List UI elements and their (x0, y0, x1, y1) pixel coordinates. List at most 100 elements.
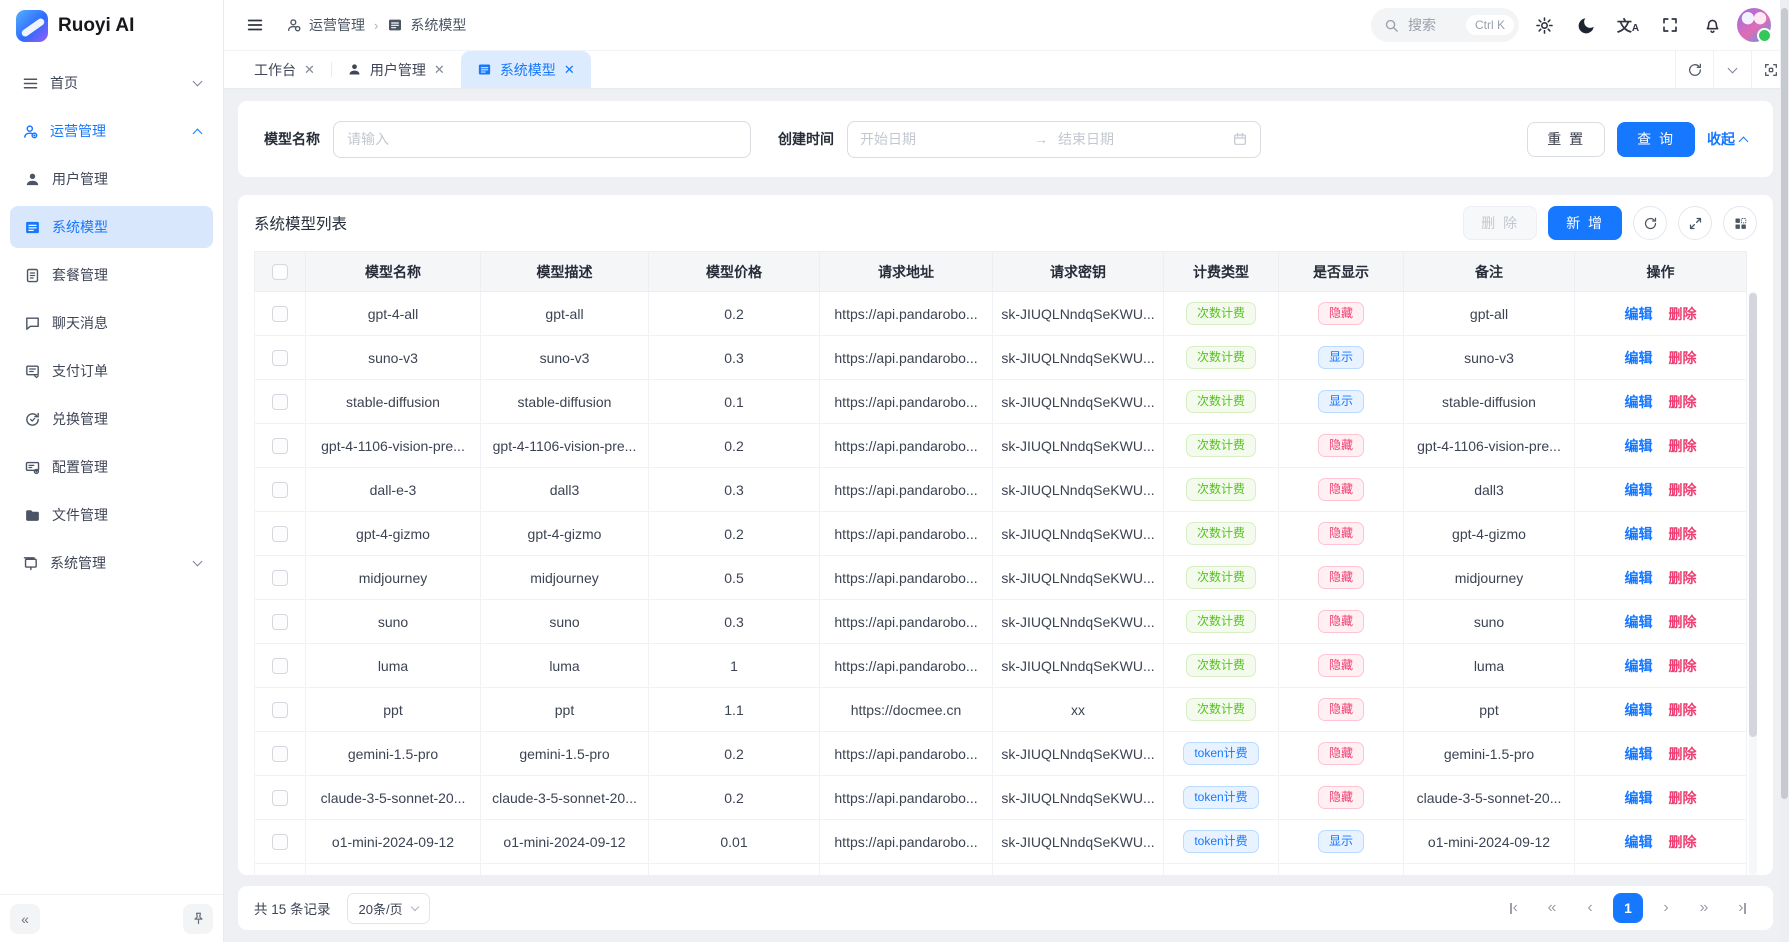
sidebar-item-system-models[interactable]: 系统模型 (10, 206, 213, 248)
row-checkbox[interactable] (272, 658, 288, 674)
delete-link[interactable]: 删除 (1669, 482, 1697, 498)
sidebar-item-payment-orders[interactable]: 支付订单 (10, 350, 213, 392)
edit-link[interactable]: 编辑 (1625, 526, 1653, 542)
row-checkbox[interactable] (272, 702, 288, 718)
breadcrumb-current[interactable]: 系统模型 (387, 15, 466, 35)
delete-link[interactable]: 删除 (1669, 526, 1697, 542)
previous-page-button[interactable]: ‹ (1575, 893, 1605, 923)
expand-table-button[interactable] (1678, 206, 1712, 240)
edit-link[interactable]: 编辑 (1625, 746, 1653, 762)
row-checkbox[interactable] (272, 438, 288, 454)
search-shortcut-badge: Ctrl K (1466, 15, 1514, 35)
close-icon[interactable]: ✕ (564, 63, 575, 76)
row-checkbox[interactable] (272, 834, 288, 850)
collapse-filters-link[interactable]: 收起 (1707, 129, 1747, 149)
sidebar-item-home[interactable]: 首页 (10, 62, 213, 104)
sidebar-item-operations[interactable]: 运营管理 (10, 110, 213, 152)
sidebar-item-files[interactable]: 文件管理 (10, 494, 213, 536)
language-button[interactable]: 文A (1611, 8, 1645, 42)
refresh-table-button[interactable] (1633, 206, 1667, 240)
delete-link[interactable]: 删除 (1669, 614, 1697, 630)
sidebar-item-system-admin[interactable]: 系统管理 (10, 542, 213, 584)
jump-back-button[interactable]: « (1537, 893, 1567, 923)
edit-link[interactable]: 编辑 (1625, 438, 1653, 454)
last-page-button[interactable]: › (1727, 893, 1757, 923)
table-scrollbar-thumb[interactable] (1749, 293, 1757, 737)
row-checkbox[interactable] (272, 570, 288, 586)
delete-link[interactable]: 删除 (1669, 438, 1697, 454)
row-checkbox[interactable] (272, 526, 288, 542)
delete-link[interactable]: 删除 (1669, 834, 1697, 850)
close-icon[interactable]: ✕ (434, 63, 445, 76)
row-checkbox[interactable] (272, 350, 288, 366)
collapse-sidebar-button[interactable]: « (10, 904, 40, 934)
row-checkbox[interactable] (272, 482, 288, 498)
row-checkbox[interactable] (272, 394, 288, 410)
table-scrollbar[interactable] (1749, 291, 1757, 875)
row-checkbox[interactable] (272, 614, 288, 630)
tab-system-models[interactable]: 系统模型 ✕ (461, 51, 591, 88)
global-search[interactable]: 搜索 Ctrl K (1371, 8, 1519, 42)
tab-workbench[interactable]: 工作台 ✕ (238, 51, 331, 88)
tab-options-button[interactable] (1713, 51, 1751, 88)
edit-link[interactable]: 编辑 (1625, 570, 1653, 586)
reset-button[interactable]: 重 置 (1527, 122, 1605, 157)
fullscreen-button[interactable] (1653, 8, 1687, 42)
row-checkbox[interactable] (272, 746, 288, 762)
sidebar-item-users[interactable]: 用户管理 (10, 158, 213, 200)
jump-forward-button[interactable]: » (1689, 893, 1719, 923)
create-time-range-picker[interactable]: 开始日期 → 结束日期 (847, 121, 1261, 158)
sidebar-item-packages[interactable]: 套餐管理 (10, 254, 213, 296)
sidebar-submenu-operations: 用户管理 系统模型 套餐管理 聊天消息 支付订单 (10, 158, 213, 536)
sidebar-item-chat-messages[interactable]: 聊天消息 (10, 302, 213, 344)
notifications-button[interactable] (1695, 8, 1729, 42)
first-page-button[interactable]: ‹ (1499, 893, 1529, 923)
delete-link[interactable]: 删除 (1669, 702, 1697, 718)
edit-link[interactable]: 编辑 (1625, 350, 1653, 366)
sidebar-item-config[interactable]: 配置管理 (10, 446, 213, 488)
page-size-select[interactable]: 20条/页 (347, 893, 430, 924)
model-name-input[interactable] (333, 121, 751, 158)
edit-link[interactable]: 编辑 (1625, 614, 1653, 630)
delete-link[interactable]: 删除 (1669, 350, 1697, 366)
pin-sidebar-button[interactable] (183, 904, 213, 934)
close-icon[interactable]: ✕ (304, 63, 315, 76)
billing-type-tag: 次数计费 (1186, 302, 1256, 325)
page-scrollbar[interactable] (1780, 0, 1789, 942)
delete-link[interactable]: 删除 (1669, 658, 1697, 674)
delete-link[interactable]: 删除 (1669, 306, 1697, 322)
delete-link[interactable]: 删除 (1669, 570, 1697, 586)
row-checkbox[interactable] (272, 790, 288, 806)
bulk-delete-button[interactable]: 删 除 (1463, 206, 1537, 240)
row-checkbox[interactable] (272, 306, 288, 322)
edit-link[interactable]: 编辑 (1625, 306, 1653, 322)
edit-link[interactable]: 编辑 (1625, 790, 1653, 806)
edit-link[interactable]: 编辑 (1625, 658, 1653, 674)
delete-link[interactable]: 删除 (1669, 394, 1697, 410)
breadcrumb-label: 运营管理 (309, 15, 365, 35)
user-avatar[interactable] (1737, 8, 1771, 42)
edit-link[interactable]: 编辑 (1625, 702, 1653, 718)
edit-link[interactable]: 编辑 (1625, 482, 1653, 498)
cell-url: https://api.pandarobo... (834, 350, 977, 366)
sidebar-item-redeem[interactable]: 兑换管理 (10, 398, 213, 440)
column-settings-button[interactable] (1723, 206, 1757, 240)
select-all-checkbox[interactable] (272, 264, 288, 280)
delete-link[interactable]: 删除 (1669, 746, 1697, 762)
query-button[interactable]: 查 询 (1617, 122, 1695, 157)
delete-link[interactable]: 删除 (1669, 790, 1697, 806)
refresh-tab-button[interactable] (1675, 51, 1713, 88)
next-page-button[interactable]: › (1651, 893, 1681, 923)
current-page-button[interactable]: 1 (1613, 893, 1643, 923)
settings-button[interactable] (1527, 8, 1561, 42)
brand[interactable]: Ruoyi AI (0, 0, 223, 52)
dark-mode-button[interactable] (1569, 8, 1603, 42)
breadcrumb-parent[interactable]: 运营管理 (286, 15, 365, 35)
tab-user-management[interactable]: 用户管理 ✕ (331, 51, 461, 88)
page-scrollbar-thumb[interactable] (1781, 8, 1788, 799)
cell-url: https://docmee.cn (851, 702, 962, 718)
edit-link[interactable]: 编辑 (1625, 834, 1653, 850)
edit-link[interactable]: 编辑 (1625, 394, 1653, 410)
hamburger-menu-button[interactable] (238, 8, 272, 42)
add-button[interactable]: 新 增 (1548, 206, 1622, 240)
